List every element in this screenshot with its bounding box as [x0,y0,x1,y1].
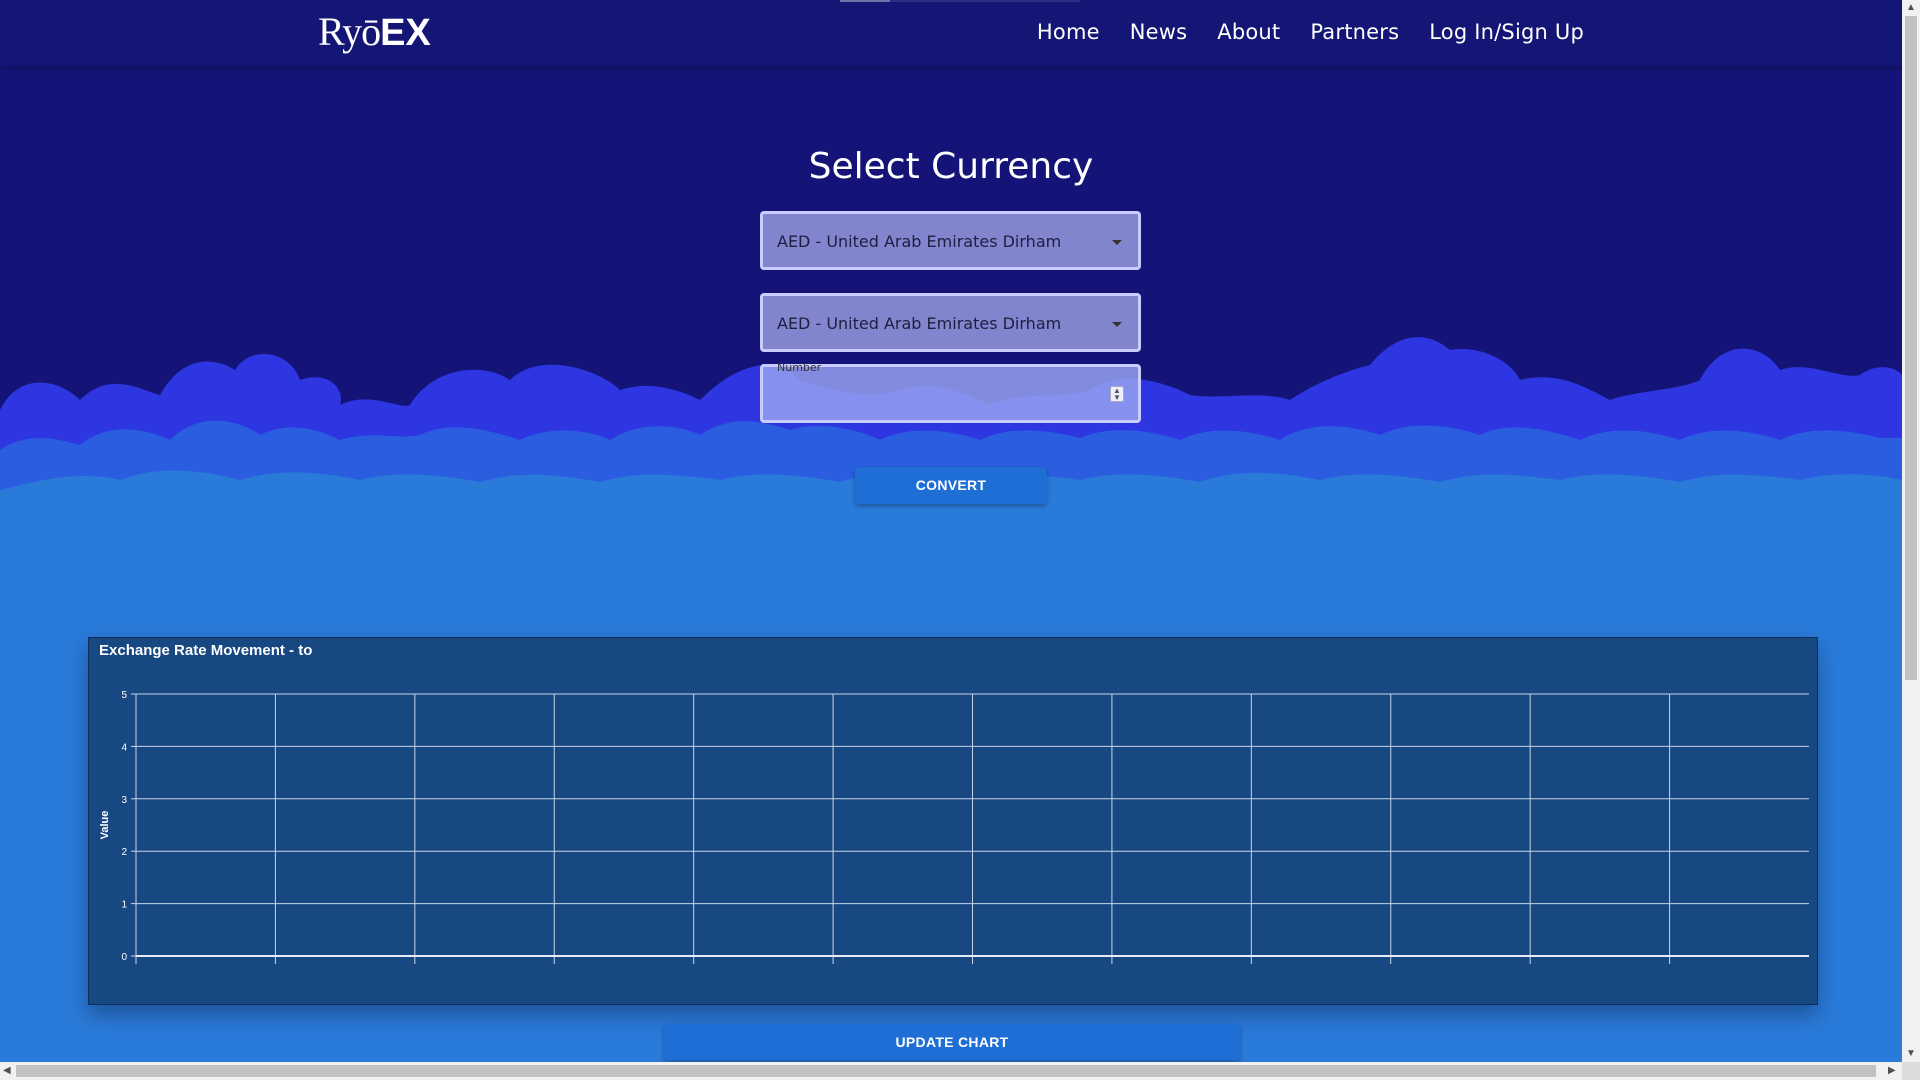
page: Ryō EX Home News About Partners Log In/Si… [0,0,1902,1062]
scroll-right-arrow-icon[interactable]: ▶ [1888,1063,1896,1079]
exchange-rate-chart: 0 1 2 3 4 5 Value Exchange Rate Movement - to [88,637,1818,1005]
top-navbar: Ryō EX Home News About Partners Log In/Si… [0,0,1902,66]
to-currency-select[interactable]: AED - United Arab Emirates Dirham [760,293,1141,352]
vertical-scroll-thumb[interactable] [1905,16,1917,680]
chart-title: Exchange Rate Movement - to [99,642,313,659]
nav-link-login-signup[interactable]: Log In/Sign Up [1429,20,1584,44]
amount-number-field[interactable]: Number ▲ ▼ [760,361,1141,423]
y-tick-label: 0 [121,952,127,963]
page-title: Select Currency [808,146,1094,187]
clouds-decoration [0,337,1902,550]
dropdown-arrow-icon [1112,240,1122,245]
loading-indicator-track [890,0,1080,2]
y-tick-label: 2 [121,847,127,858]
brand-logo[interactable]: Ryō EX [318,8,431,58]
update-chart-button[interactable]: UPDATE CHART [664,1024,1240,1060]
logo-text-thin: Ryō [318,9,381,54]
amount-field-label: Number [777,361,822,374]
nav-link-home[interactable]: Home [1037,20,1100,44]
nav-link-partners[interactable]: Partners [1310,20,1399,44]
scroll-left-arrow-icon[interactable]: ◀ [3,1063,11,1079]
from-currency-value: AED - United Arab Emirates Dirham [777,232,1062,251]
dropdown-arrow-icon [1112,322,1122,327]
convert-button[interactable]: CONVERT [855,467,1047,504]
horizontal-scroll-thumb[interactable] [16,1065,1876,1077]
y-tick-label: 3 [121,795,127,806]
scroll-down-arrow-icon[interactable]: ▼ [1906,1046,1916,1062]
scrollbar-corner [1902,1062,1920,1080]
nav-link-news[interactable]: News [1130,20,1188,44]
main-nav: Home News About Partners Log In/Sign Up [1037,20,1584,44]
to-currency-value: AED - United Arab Emirates Dirham [777,314,1062,333]
vertical-scrollbar[interactable]: ▲ ▼ [1902,0,1920,1062]
horizontal-scrollbar[interactable]: ◀ ▶ [0,1062,1902,1080]
y-tick-label: 1 [121,900,127,911]
scroll-up-arrow-icon[interactable]: ▲ [1906,0,1916,16]
from-currency-select[interactable]: AED - United Arab Emirates Dirham [760,211,1141,270]
y-tick-label: 4 [121,742,127,753]
loading-indicator [840,0,890,2]
nav-link-about[interactable]: About [1217,20,1280,44]
y-tick-label: 5 [121,690,127,701]
logo-text-bold: EX [380,12,431,54]
number-spinner-icon[interactable]: ▲ ▼ [1110,386,1124,402]
y-axis-label: Value [99,811,111,840]
chart-canvas: 0 1 2 3 4 5 Value [99,690,1809,964]
